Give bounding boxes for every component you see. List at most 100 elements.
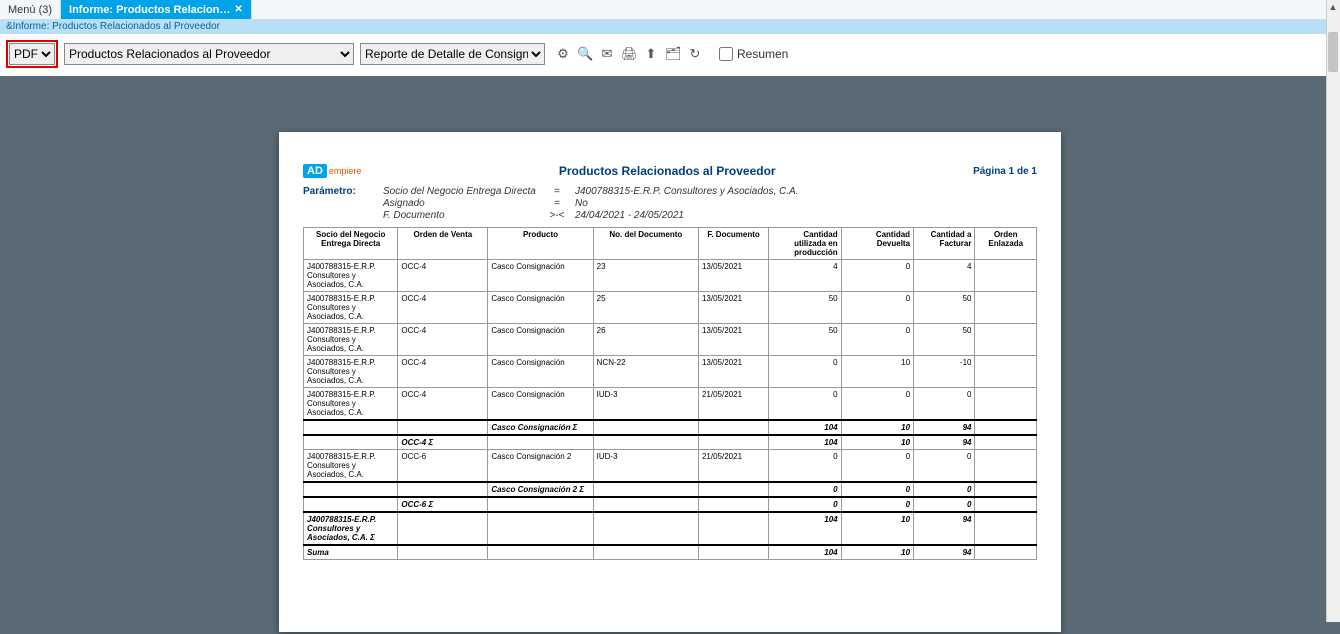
cell-oe — [975, 260, 1037, 292]
cell-socio: J400788315-E.R.P. Consultores y Asociado… — [304, 388, 398, 421]
cell-fdoc: 21/05/2021 — [698, 450, 768, 483]
report-select[interactable]: Productos Relacionados al Proveedor — [64, 43, 354, 65]
cell-nodoc: 23 — [593, 260, 698, 292]
table-row: OCC-4 Σ 1041094 — [304, 435, 1037, 450]
cell-cdev: 0 — [841, 292, 913, 324]
param-val: 24/04/2021 - 24/05/2021 — [575, 210, 684, 221]
cell-cfac: 94 — [914, 512, 975, 545]
param-eq: >-< — [545, 210, 569, 221]
cell-nodoc: IUD-3 — [593, 450, 698, 483]
col-head: Orden de Venta — [398, 228, 488, 260]
cell-nodoc: 26 — [593, 324, 698, 356]
cell-cutil: 0 — [769, 497, 841, 512]
scroll-thumb[interactable] — [1328, 32, 1338, 72]
cell-cutil: 104 — [769, 435, 841, 450]
col-head: Cantidad utilizada en producción — [769, 228, 841, 260]
cell-socio — [304, 435, 398, 450]
cell-fdoc: 13/05/2021 — [698, 292, 768, 324]
cell-oe — [975, 497, 1037, 512]
cell-prod: Casco Consignación — [488, 324, 593, 356]
parameters: Parámetro: Socio del Negocio Entrega Dir… — [303, 186, 1037, 221]
cell-orden: OCC-4 — [398, 324, 488, 356]
table-row: J400788315-E.R.P. Consultores y Asociado… — [304, 388, 1037, 421]
cell-socio: J400788315-E.R.P. Consultores y Asociado… — [304, 292, 398, 324]
cell-prod: Casco Consignación 2 — [488, 450, 593, 483]
cell-oe — [975, 545, 1037, 560]
cell-prod — [488, 435, 593, 450]
cell-fdoc: 21/05/2021 — [698, 388, 768, 421]
cell-prod: Casco Consignación — [488, 356, 593, 388]
logo-ad: AD — [303, 164, 327, 178]
tab-report[interactable]: Informe: Productos Relacion… ✕ — [61, 0, 252, 19]
cell-cfac: 50 — [914, 292, 975, 324]
cell-fdoc: 13/05/2021 — [698, 356, 768, 388]
search-icon[interactable]: 🔍 — [577, 46, 593, 62]
cell-nodoc: NCN-22 — [593, 356, 698, 388]
viewer: AD empiere Productos Relacionados al Pro… — [0, 76, 1340, 634]
param-val: No — [575, 198, 588, 209]
col-head: Cantidad Devuelta — [841, 228, 913, 260]
close-icon[interactable]: ✕ — [234, 4, 242, 15]
col-head: No. del Documento — [593, 228, 698, 260]
table-header-row: Socio del Negocio Entrega Directa Orden … — [304, 228, 1037, 260]
cell-oe — [975, 356, 1037, 388]
tab-menu-label: Menú (3) — [8, 4, 52, 16]
resume-label: Resumen — [737, 47, 788, 61]
cell-cfac: 94 — [914, 545, 975, 560]
cell-fdoc — [698, 512, 768, 545]
cell-socio: J400788315-E.R.P. Consultores y Asociado… — [304, 450, 398, 483]
cell-fdoc — [698, 482, 768, 497]
cell-prod: Casco Consignación — [488, 292, 593, 324]
export-icon[interactable]: ⬆ — [643, 46, 659, 62]
cell-cfac: 0 — [914, 482, 975, 497]
format-select[interactable]: PDF — [9, 43, 55, 65]
gear-icon[interactable]: ⚙ — [555, 46, 571, 62]
col-head: Cantidad a Facturar — [914, 228, 975, 260]
tab-report-label: Informe: Productos Relacion… — [69, 4, 230, 16]
scroll-up-icon[interactable]: ▲ — [1328, 2, 1338, 14]
cell-orden: OCC-4 Σ — [398, 435, 488, 450]
cell-prod — [488, 545, 593, 560]
table-row: J400788315-E.R.P. Consultores y Asociado… — [304, 324, 1037, 356]
cell-cdev: 0 — [841, 450, 913, 483]
cell-fdoc — [698, 497, 768, 512]
cell-oe — [975, 512, 1037, 545]
cell-prod — [488, 512, 593, 545]
cell-nodoc — [593, 435, 698, 450]
cell-cdev: 10 — [841, 435, 913, 450]
col-head: F. Documento — [698, 228, 768, 260]
param-name: Socio del Negocio Entrega Directa — [383, 186, 539, 197]
cell-socio — [304, 497, 398, 512]
resume-checkbox[interactable] — [719, 47, 733, 61]
cell-orden: OCC-4 — [398, 292, 488, 324]
cell-cfac: 94 — [914, 435, 975, 450]
print-icon[interactable]: 🖨 — [621, 46, 637, 62]
cell-cdev: 10 — [841, 512, 913, 545]
cell-fdoc — [698, 435, 768, 450]
table-row: J400788315-E.R.P. Consultores y Asociado… — [304, 512, 1037, 545]
toolbar: PDF Productos Relacionados al Proveedor … — [0, 34, 1340, 76]
cell-orden — [398, 482, 488, 497]
cell-cutil: 50 — [769, 324, 841, 356]
cell-cfac: 94 — [914, 420, 975, 435]
page-title: Productos Relacionados al Proveedor — [361, 164, 973, 178]
detail-select[interactable]: Reporte de Detalle de Consignación — [360, 43, 545, 65]
cell-oe — [975, 324, 1037, 356]
scrollbar[interactable]: ▲ — [1326, 0, 1340, 622]
table-row: Casco Consignación 2 Σ000 — [304, 482, 1037, 497]
logo: AD empiere — [303, 164, 361, 178]
resume-checkbox-wrap[interactable]: Resumen — [719, 47, 788, 61]
refresh-icon[interactable]: ↻ — [687, 46, 703, 62]
report-page: AD empiere Productos Relacionados al Pro… — [279, 132, 1061, 632]
cell-cdev: 10 — [841, 545, 913, 560]
tab-menu[interactable]: Menú (3) — [0, 0, 61, 19]
cell-nodoc — [593, 482, 698, 497]
param-name: F. Documento — [383, 210, 539, 221]
cell-orden: OCC-4 — [398, 388, 488, 421]
col-head: Socio del Negocio Entrega Directa — [304, 228, 398, 260]
mail-icon[interactable]: ✉ — [599, 46, 615, 62]
cell-cdev: 0 — [841, 260, 913, 292]
cell-prod: Casco Consignación — [488, 388, 593, 421]
archive-icon[interactable]: 🗂 — [665, 46, 681, 62]
cell-orden: OCC-6 — [398, 450, 488, 483]
